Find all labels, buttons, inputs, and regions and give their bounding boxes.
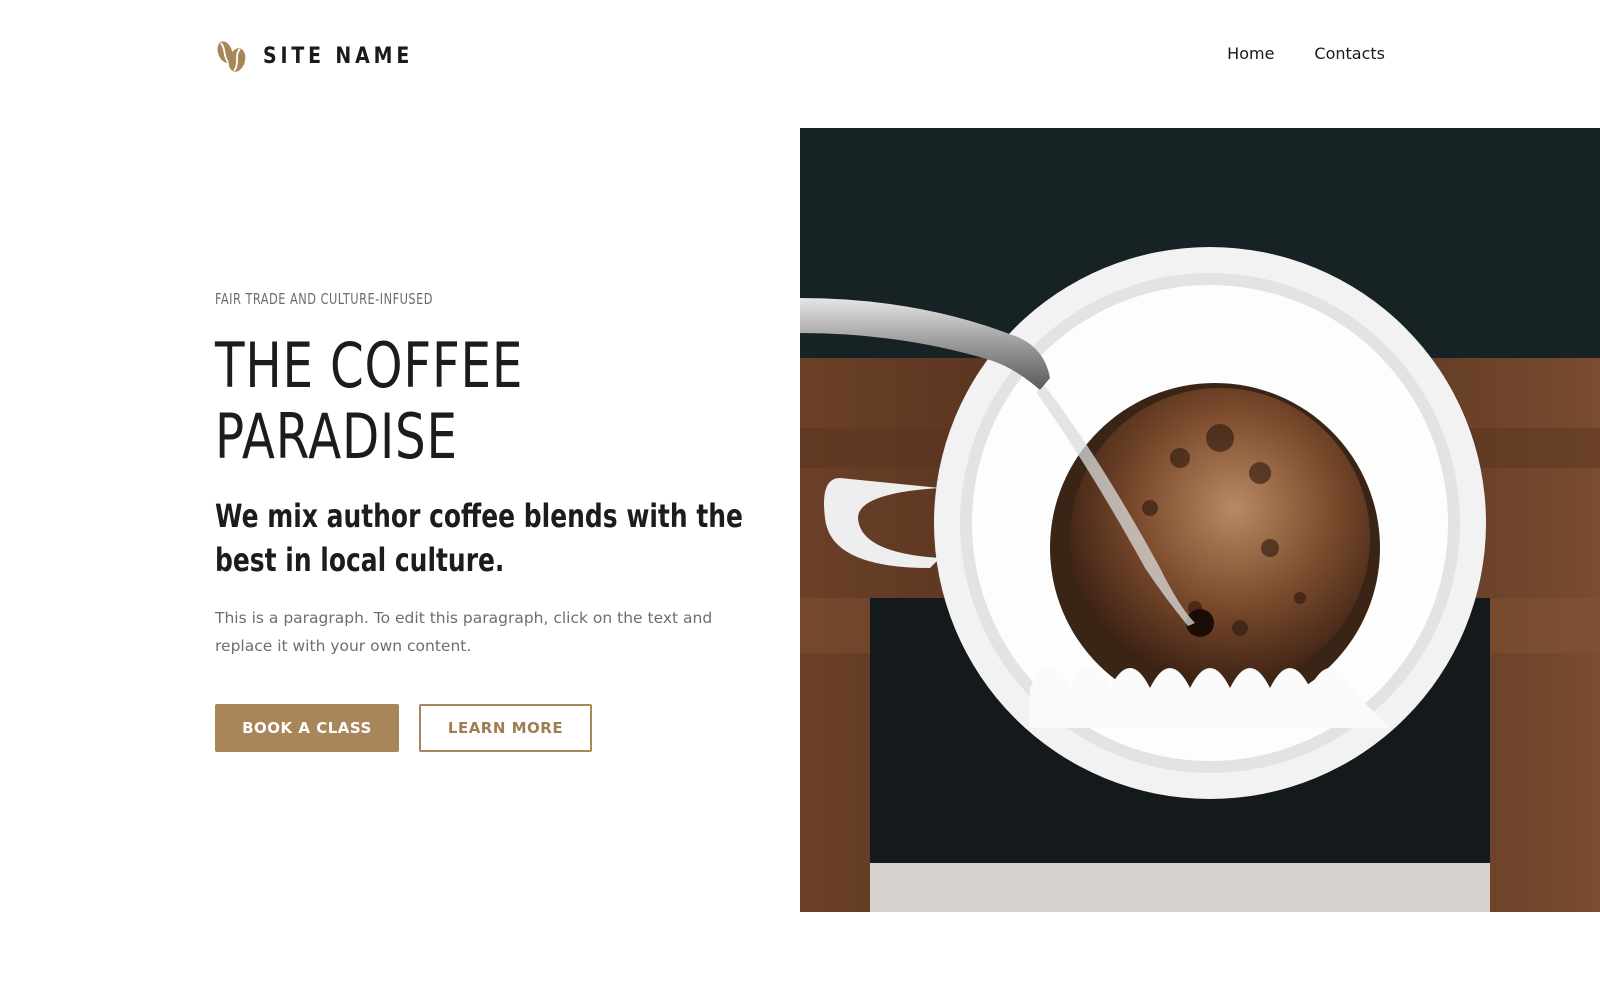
site-header: SITE NAME Home Contacts: [0, 0, 1600, 112]
hero-subtitle: We mix author coffee blends with the bes…: [215, 497, 743, 579]
hero-title-line2: PARADISE: [215, 400, 458, 473]
hero-title: THE COFFEE PARADISE: [215, 330, 761, 472]
site-logo[interactable]: SITE NAME: [215, 38, 438, 74]
learn-more-button[interactable]: LEARN MORE: [419, 704, 592, 752]
hero-paragraph: This is a paragraph. To edit this paragr…: [215, 609, 713, 655]
main-nav: Home Contacts: [1227, 44, 1385, 63]
coffee-beans-icon: [217, 41, 246, 72]
hero-title-line1: THE COFFEE: [215, 329, 524, 402]
book-a-class-button[interactable]: BOOK A CLASS: [215, 704, 399, 752]
hero-eyebrow: FAIR TRADE AND CULTURE-INFUSED: [215, 290, 434, 308]
nav-home-link[interactable]: Home: [1227, 44, 1274, 63]
coffee-pour-over-image: [800, 128, 1600, 912]
nav-contacts-link[interactable]: Contacts: [1314, 44, 1385, 63]
hero-buttons: BOOK A CLASS LEARN MORE: [215, 704, 592, 752]
site-name: SITE NAME: [263, 43, 414, 69]
pour-over-illustration: [800, 128, 1600, 912]
hero-text: FAIR TRADE AND CULTURE-INFUSED THE COFFE…: [215, 290, 755, 660]
